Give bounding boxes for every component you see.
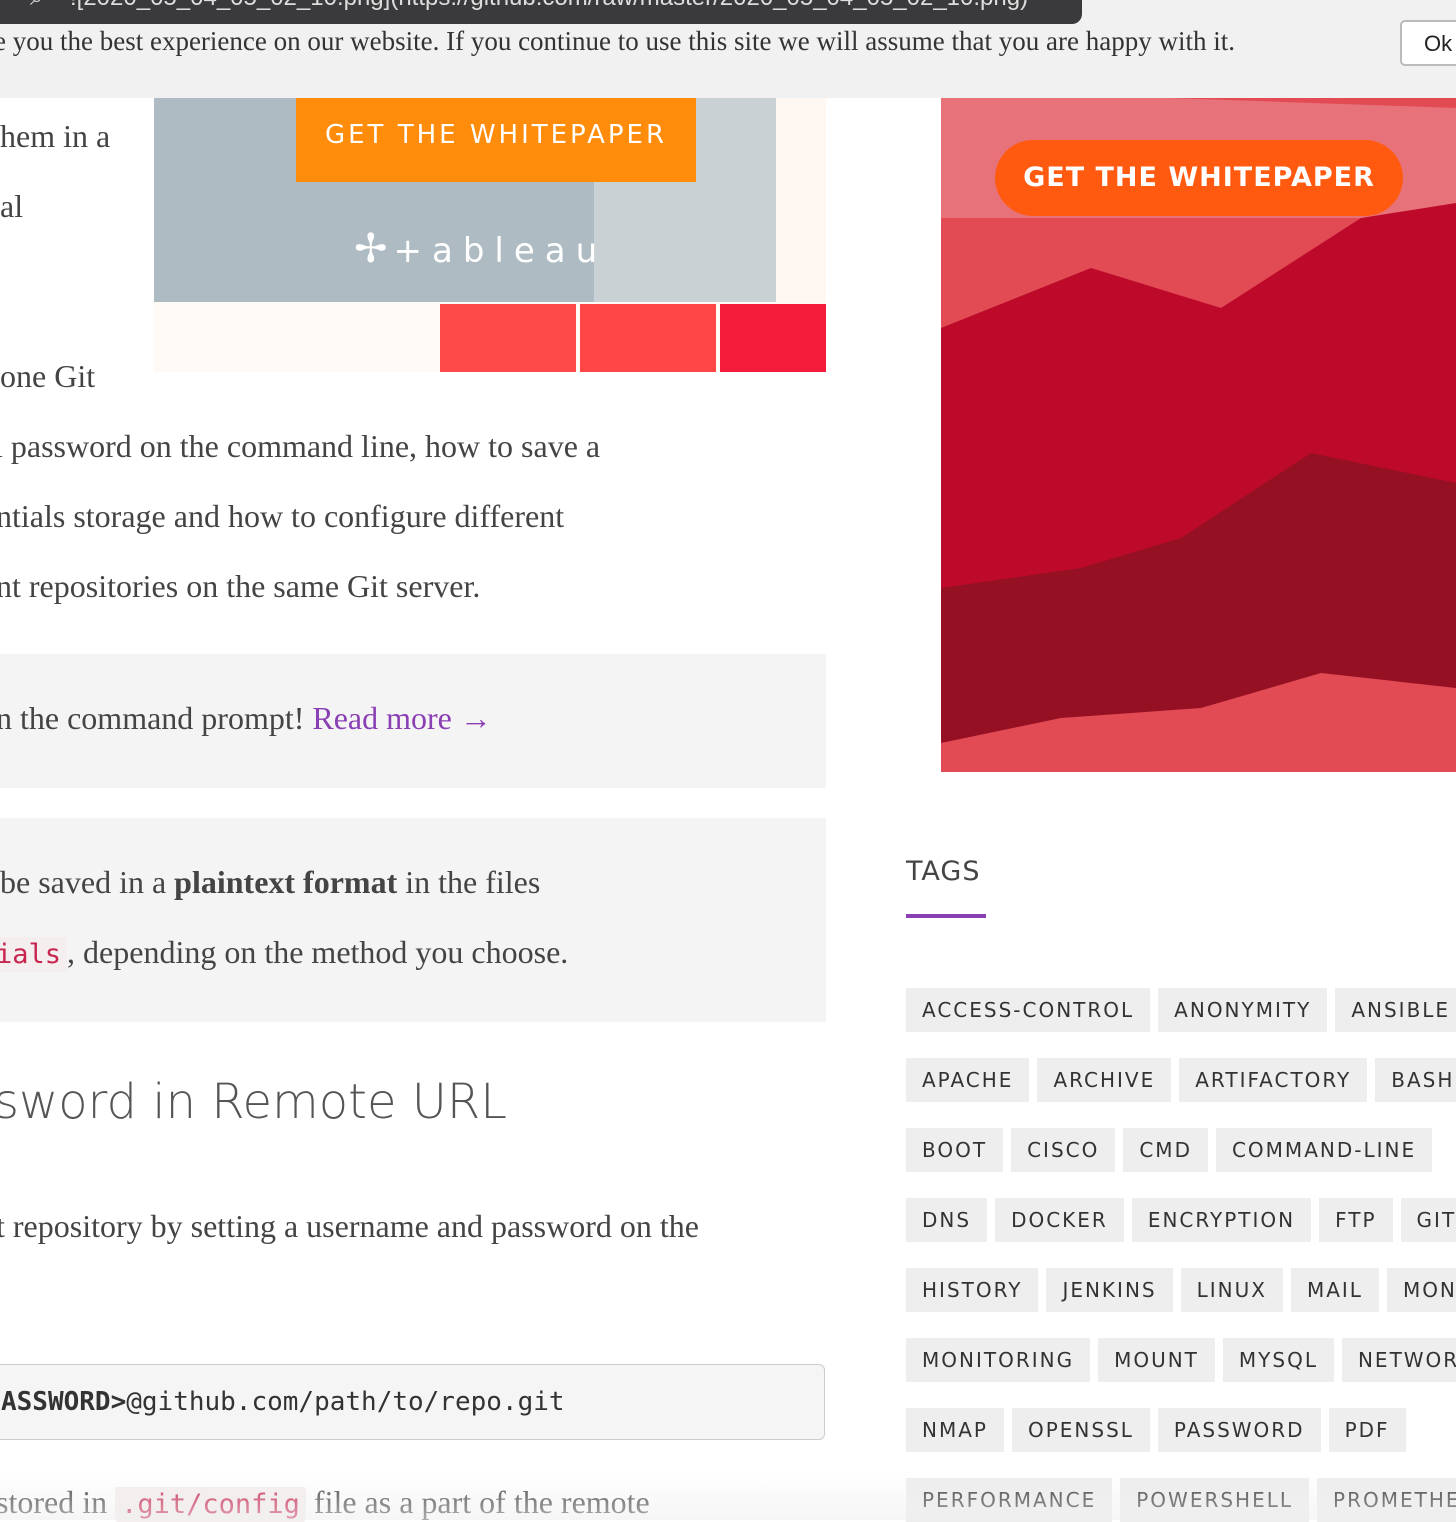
tag-row: APACHE ARCHIVE ARTIFACTORY BASH <box>906 1058 1456 1102</box>
tag-link[interactable]: ENCRYPTION <box>1131 1198 1312 1242</box>
tag-link[interactable]: ARCHIVE <box>1037 1058 1172 1102</box>
tableau-logo-text: +ableau <box>393 231 608 271</box>
tag-link[interactable]: BASH <box>1375 1058 1456 1102</box>
tooltip-text: ![2020_05_04_05_02_10.png](https://githu… <box>70 0 1028 12</box>
tag-link[interactable]: ANSIBLE <box>1335 988 1456 1032</box>
tag-link[interactable]: CMD <box>1123 1128 1208 1172</box>
tag-link[interactable]: BOOT <box>906 1128 1004 1172</box>
tag-link[interactable]: PROMETHEUS <box>1317 1478 1456 1522</box>
ad-red-block <box>440 304 576 372</box>
tag-link[interactable]: LINUX <box>1180 1268 1283 1312</box>
last-suffix: file as a part of the remote <box>313 1484 650 1520</box>
warning-box: be saved in a plaintext format in the fi… <box>0 818 826 1022</box>
article-text-line: one Git <box>0 358 96 394</box>
warning-suffix: in the files <box>405 864 541 900</box>
code-block[interactable]: ASSWORD>@github.com/path/to/repo.git <box>0 1364 825 1440</box>
article-text-line: nt repositories on the same Git server. <box>0 568 481 604</box>
code-rest: @github.com/path/to/repo.git <box>126 1387 565 1417</box>
read-more-link[interactable]: Read more → <box>312 700 492 736</box>
tag-row: PERFORMANCEPOWERSHELLPROMETHEUS <box>906 1478 1456 1522</box>
tag-link[interactable]: DOCKER <box>995 1198 1124 1242</box>
article-text-line: hem in a <box>0 118 111 154</box>
tag-link[interactable]: NMAP <box>906 1408 1004 1452</box>
tags-underline <box>906 914 986 918</box>
cookie-ok-button[interactable]: Ok <box>1400 20 1456 66</box>
tag-link[interactable]: MONITORING <box>906 1338 1091 1382</box>
warning-prefix: be saved in a <box>0 864 167 900</box>
tag-link[interactable]: ARTIFACTORY <box>1179 1058 1368 1102</box>
ad-red-block <box>720 304 826 372</box>
warning-line-2-text: , depending on the method you choose. <box>67 934 569 970</box>
tag-row: ACCESS-CONTROL ANONYMITY ANSIBLE <box>906 988 1456 1032</box>
tag-row: NMAP OPENSSL PASSWORD PDF <box>906 1408 1414 1452</box>
tag-row: HISTORYJENKINSLINUXMAILMONGO <box>906 1268 1456 1312</box>
search-icon: ⌕ <box>30 0 43 12</box>
tag-link[interactable]: ANONYMITY <box>1158 988 1328 1032</box>
tag-link[interactable]: FTP <box>1319 1198 1393 1242</box>
ad-background-edge <box>776 98 826 302</box>
tag-link[interactable]: MONGO <box>1386 1268 1456 1312</box>
article-text-line: stored in .git/config file as a part of … <box>0 1484 650 1522</box>
tag-link[interactable]: JENKINS <box>1046 1268 1173 1312</box>
tip-box: n the command prompt! Read more → <box>0 654 826 788</box>
tableau-logo: ✢ +ableau <box>354 226 607 272</box>
tableau-ad[interactable]: GET THE WHITEPAPER ✢ +ableau <box>154 98 826 372</box>
tag-link[interactable]: PASSWORD <box>1157 1408 1321 1452</box>
code-bold: ASSWORD> <box>1 1387 127 1417</box>
tag-link[interactable]: CISCO <box>1011 1128 1116 1172</box>
tag-link[interactable]: APACHE <box>906 1058 1030 1102</box>
tag-row: DNS DOCKER ENCRYPTION FTP GIT <box>906 1198 1456 1242</box>
warning-bold: plaintext format <box>174 864 398 900</box>
tag-link[interactable]: MAIL <box>1290 1268 1379 1312</box>
get-whitepaper-button[interactable]: GET THE WHITEPAPER <box>296 98 696 182</box>
get-whitepaper-button[interactable]: GET THE WHITEPAPER <box>995 140 1403 216</box>
last-prefix: stored in <box>0 1484 108 1520</box>
tag-link[interactable]: COMMAND-LINE <box>1215 1128 1433 1172</box>
cookie-message: e you the best experience on our website… <box>0 26 1235 56</box>
article-text-line: ntials storage and how to configure diff… <box>0 498 565 534</box>
tag-link[interactable]: OPENSSL <box>1011 1408 1150 1452</box>
tag-link[interactable]: MYSQL <box>1222 1338 1334 1382</box>
tag-link[interactable]: PERFORMANCE <box>906 1478 1113 1522</box>
tag-row: BOOT CISCO CMD COMMAND-LINE <box>906 1128 1440 1172</box>
warning-line-2: ials, depending on the method you choose… <box>0 934 569 972</box>
tag-link[interactable]: HISTORY <box>906 1268 1039 1312</box>
warning-line-1: be saved in a plaintext format in the fi… <box>0 864 540 901</box>
tag-link[interactable]: MOUNT <box>1098 1338 1215 1382</box>
url-tooltip: ⌕ ![2020_05_04_05_02_10.png](https://git… <box>0 0 1082 24</box>
tag-link[interactable]: PDF <box>1328 1408 1406 1452</box>
credentials-file-code: ials <box>0 937 68 972</box>
tag-row: MONITORINGMOUNTMYSQLNETWORK <box>906 1338 1456 1382</box>
tag-link[interactable]: DNS <box>906 1198 988 1242</box>
section-heading: sword in Remote URL <box>0 1074 507 1130</box>
sidebar-ad[interactable]: GET THE WHITEPAPER <box>941 98 1456 772</box>
tip-line: n the command prompt! Read more → <box>0 700 492 737</box>
tip-text: n the command prompt! <box>0 700 305 736</box>
tableau-mark-icon: ✢ <box>354 226 388 272</box>
tags-heading: TAGS <box>906 856 981 887</box>
git-config-code: .git/config <box>115 1487 306 1522</box>
article-text-line: al <box>0 188 24 224</box>
ad-red-block <box>580 304 716 372</box>
tag-link[interactable]: NETWORK <box>1341 1338 1456 1382</box>
article-text-line: l password on the command line, how to s… <box>0 428 601 464</box>
article-paragraph: t repository by setting a username and p… <box>0 1208 699 1244</box>
tag-link[interactable]: GIT <box>1400 1198 1456 1242</box>
tag-link[interactable]: ACCESS-CONTROL <box>906 988 1151 1032</box>
tag-link[interactable]: POWERSHELL <box>1120 1478 1310 1522</box>
